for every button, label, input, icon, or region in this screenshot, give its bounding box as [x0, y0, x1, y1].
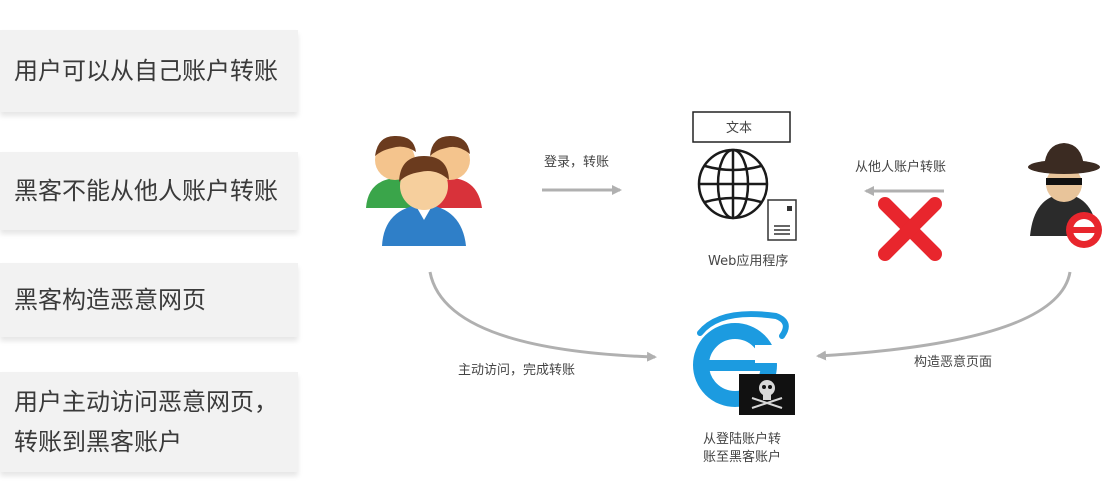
- csrf-diagram: 登录，转账 文本 Web应用程序 从他人账户转账 主动访问，完成转账 构造恶意页…: [366, 111, 1102, 465]
- from-others-label: 从他人账户转账: [855, 159, 946, 175]
- browser-caption-line-2: 账至黑客账户: [703, 449, 781, 465]
- no-entry-icon: [1066, 212, 1102, 248]
- construct-page-arrow: [816, 271, 1072, 361]
- active-visit-arrow: [428, 271, 657, 362]
- globe-icon: [697, 148, 769, 220]
- server-icon: [767, 199, 797, 241]
- text-box-label: 文本: [726, 121, 752, 136]
- active-visit-label: 主动访问，完成转账: [458, 363, 575, 378]
- users-group-icon: [366, 135, 482, 246]
- red-cross-icon: [878, 197, 942, 261]
- browser-caption-line-1: 从登陆账户转: [703, 431, 781, 447]
- login-transfer-label: 登录，转账: [544, 155, 609, 170]
- skull-icon: [739, 374, 795, 415]
- construct-page-label: 构造恶意页面: [914, 354, 992, 370]
- web-app-label: Web应用程序: [708, 253, 788, 269]
